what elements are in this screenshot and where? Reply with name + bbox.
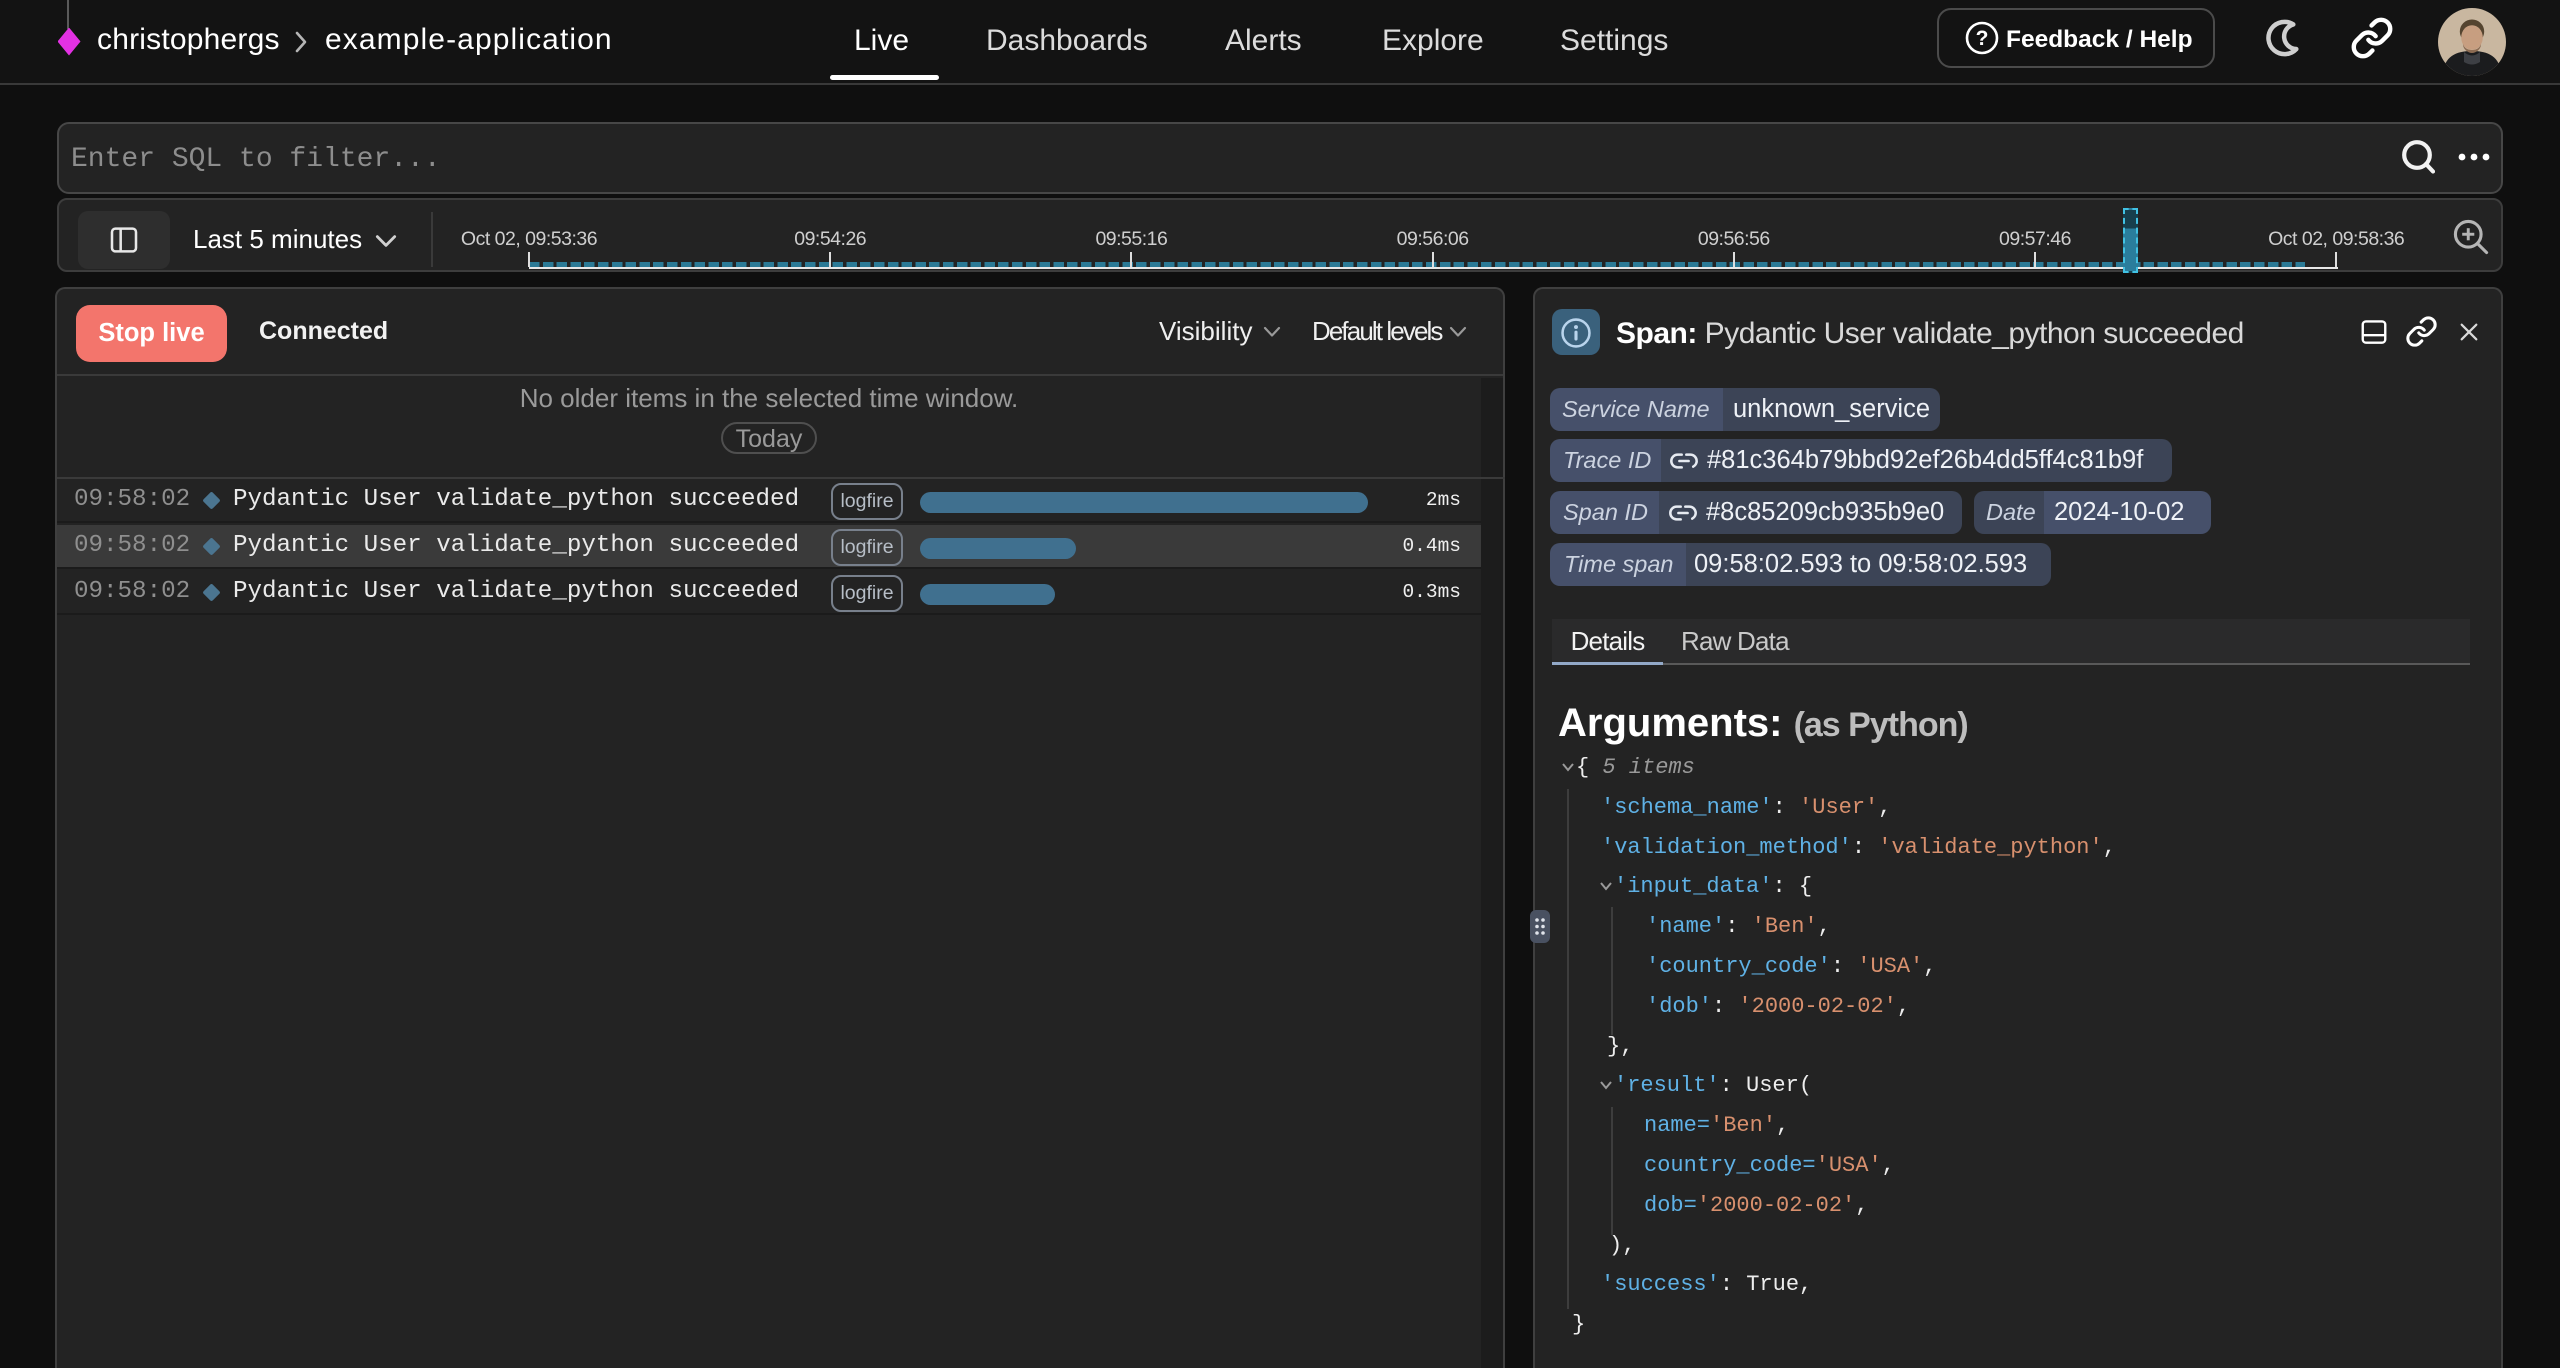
svg-text:?: ? bbox=[1976, 27, 1989, 50]
